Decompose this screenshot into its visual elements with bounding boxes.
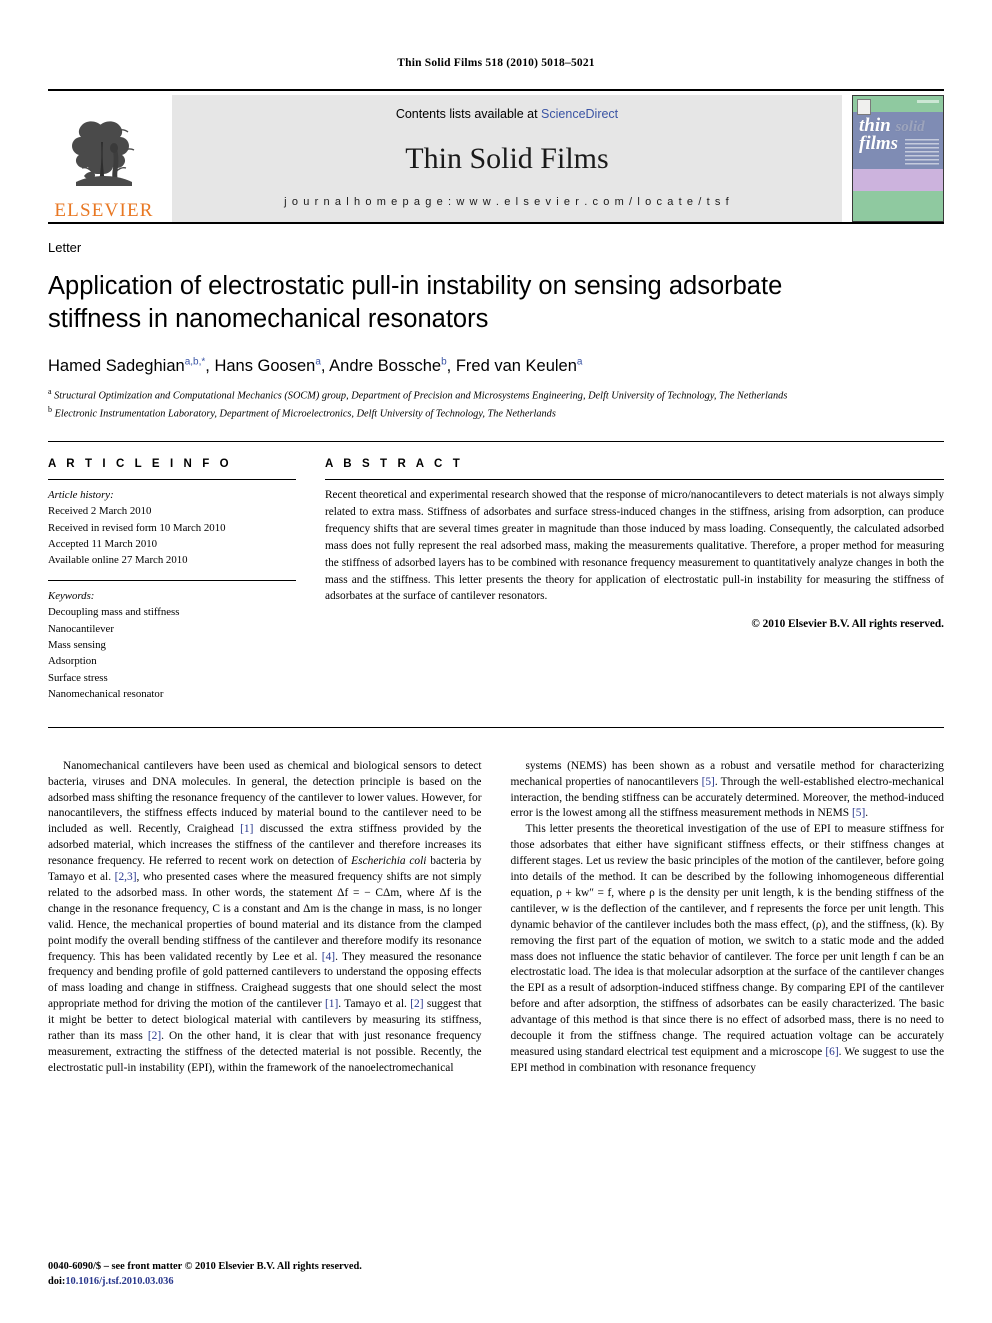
affiliation-mark: a bbox=[48, 386, 52, 396]
author-name: Hamed Sadeghian bbox=[48, 356, 185, 375]
affiliation-item: b Electronic Instrumentation Laboratory,… bbox=[48, 404, 944, 422]
sciencedirect-link[interactable]: ScienceDirect bbox=[541, 107, 618, 121]
citation-link[interactable]: [6] bbox=[825, 1046, 838, 1058]
keyword-item: Nanomechanical resonator bbox=[48, 688, 164, 701]
abstract-heading: A B S T R A C T bbox=[325, 457, 464, 470]
article-history-block: Article history: Received 2 March 2010 R… bbox=[48, 487, 296, 569]
article-info-heading: A R T I C L E I N F O bbox=[48, 457, 233, 470]
affiliation-list: a Structural Optimization and Computatio… bbox=[48, 386, 944, 422]
keywords-rule bbox=[48, 579, 296, 581]
citation-link[interactable]: [4] bbox=[322, 951, 335, 963]
elsevier-logo: ELSEVIER bbox=[48, 95, 160, 222]
page-footer: 0040-6090/$ – see front matter © 2010 El… bbox=[48, 1259, 362, 1289]
doi-label: doi: bbox=[48, 1275, 66, 1287]
article-section-type: Letter bbox=[48, 240, 82, 255]
article-info-abstract-area: A R T I C L E I N F O Article history: R… bbox=[48, 458, 944, 703]
keyword-item: Adsorption bbox=[48, 655, 97, 668]
keywords-block: Keywords: Decoupling mass and stiffness … bbox=[48, 588, 296, 703]
author-affil-marks: a bbox=[576, 356, 583, 368]
affiliation-text: Structural Optimization and Computationa… bbox=[54, 390, 788, 402]
body-paragraph: Nanomechanical cantilevers have been use… bbox=[48, 759, 482, 1074]
keyword-item: Nanocantilever bbox=[48, 622, 114, 635]
cover-band-lavender bbox=[853, 168, 943, 191]
body-column-right: systems (NEMS) has been shown as a robus… bbox=[511, 759, 945, 1077]
info-top-rule bbox=[48, 440, 944, 442]
front-matter-line: 0040-6090/$ – see front matter © 2010 El… bbox=[48, 1260, 362, 1272]
journal-cover-thumbnail: thin solid films bbox=[852, 95, 944, 222]
cover-word-films: films bbox=[859, 133, 899, 155]
cover-word-solid: solid bbox=[895, 119, 925, 136]
article-history-label: Article history: bbox=[48, 488, 114, 501]
history-item: Available online 27 March 2010 bbox=[48, 554, 188, 567]
author-entry: Hans Goosena, bbox=[214, 356, 330, 375]
species-name: Escherichia coli bbox=[351, 855, 427, 868]
affiliation-text: Electronic Instrumentation Laboratory, D… bbox=[54, 408, 556, 420]
elsevier-tree-icon bbox=[72, 121, 135, 186]
body-paragraph: systems (NEMS) has been shown as a robus… bbox=[510, 759, 945, 820]
affiliation-mark: b bbox=[48, 404, 52, 414]
citation-link[interactable]: [2,3] bbox=[115, 871, 137, 883]
cover-topright-mark bbox=[917, 100, 939, 103]
body-columns: Nanomechanical cantilevers have been use… bbox=[48, 759, 944, 1077]
running-head: Thin Solid Films 518 (2010) 5018–5021 bbox=[397, 57, 595, 69]
citation-link[interactable]: [1] bbox=[240, 823, 253, 835]
journal-homepage-line[interactable]: j o u r n a l h o m e p a g e : w w w . … bbox=[284, 196, 730, 208]
author-name: Fred van Keulen bbox=[455, 356, 577, 375]
cover-publisher-icon bbox=[857, 99, 871, 115]
citation-link[interactable]: [5] bbox=[702, 776, 715, 788]
masthead-bottom-rule bbox=[48, 222, 944, 224]
info-bottom-rule bbox=[48, 726, 944, 728]
contents-prefix: Contents lists available at bbox=[395, 107, 538, 121]
author-separator: , bbox=[320, 356, 330, 375]
cover-band-bottom bbox=[853, 191, 943, 221]
history-item: Received in revised form 10 March 2010 bbox=[48, 521, 226, 534]
journal-masthead: ELSEVIER Contents lists available at Sci… bbox=[48, 95, 944, 222]
history-item: Received 2 March 2010 bbox=[48, 505, 152, 518]
page-title: Application of electrostatic pull-in ins… bbox=[48, 272, 783, 333]
article-info-rule bbox=[48, 478, 296, 480]
abstract-text: Recent theoretical and experimental rese… bbox=[325, 488, 944, 603]
author-entry: Hamed Sadeghiana,b,*, bbox=[48, 356, 214, 375]
author-separator: , bbox=[446, 356, 456, 375]
keyword-item: Surface stress bbox=[48, 671, 108, 684]
elsevier-wordmark: ELSEVIER bbox=[54, 200, 154, 221]
citation-link[interactable]: [1] bbox=[325, 998, 338, 1010]
author-name: Andre Bossche bbox=[329, 356, 442, 375]
history-item: Accepted 11 March 2010 bbox=[48, 538, 158, 551]
body-column-left: Nanomechanical cantilevers have been use… bbox=[48, 759, 482, 1077]
affiliation-item: a Structural Optimization and Computatio… bbox=[48, 386, 944, 404]
abstract-column: A B S T R A C T Recent theoretical and e… bbox=[325, 458, 944, 703]
author-entry: Fred van Keulena bbox=[455, 356, 583, 375]
body-paragraph: This letter presents the theoretical inv… bbox=[510, 823, 945, 1074]
author-name: Hans Goosen bbox=[214, 356, 316, 375]
author-list: Hamed Sadeghiana,b,*, Hans Goosena, Andr… bbox=[48, 356, 944, 376]
journal-banner: Contents lists available at ScienceDirec… bbox=[172, 95, 842, 222]
abstract-copyright: © 2010 Elsevier B.V. All rights reserved… bbox=[751, 618, 944, 631]
keyword-item: Mass sensing bbox=[48, 639, 106, 652]
paper-page: Thin Solid Films 518 (2010) 5018–5021 EL… bbox=[0, 0, 992, 1323]
citation-link[interactable]: [2] bbox=[148, 1030, 161, 1042]
citation-link[interactable]: [2] bbox=[410, 998, 423, 1010]
author-entry: Andre Bosscheb, bbox=[329, 356, 456, 375]
journal-title: Thin Solid Films bbox=[405, 141, 609, 175]
citation-link[interactable]: [5] bbox=[852, 807, 865, 819]
doi-line: doi:10.1016/j.tsf.2010.03.036 bbox=[48, 1274, 362, 1289]
author-affil-marks: a,b,* bbox=[184, 356, 206, 368]
keywords-label: Keywords: bbox=[48, 589, 95, 602]
doi-link[interactable]: 10.1016/j.tsf.2010.03.036 bbox=[65, 1276, 173, 1287]
article-info-column: A R T I C L E I N F O Article history: R… bbox=[48, 458, 296, 703]
abstract-rule bbox=[325, 478, 944, 480]
cover-journal-wordmark: thin solid films bbox=[859, 116, 925, 155]
keyword-item: Decoupling mass and stiffness bbox=[48, 606, 180, 619]
masthead-top-rule bbox=[48, 89, 944, 91]
contents-available-line: Contents lists available at ScienceDirec… bbox=[396, 107, 618, 121]
